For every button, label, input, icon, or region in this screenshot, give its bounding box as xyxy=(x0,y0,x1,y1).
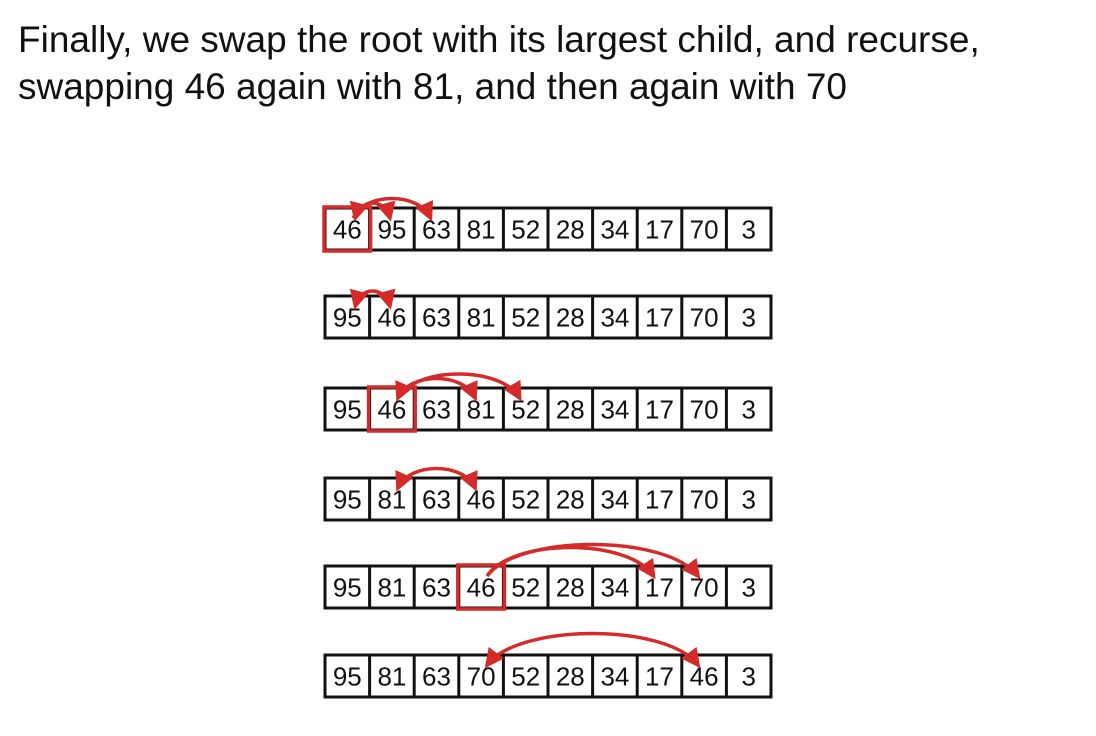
array-row-5: 95 81 63 46 52 28 34 17 70 3 xyxy=(323,542,773,611)
array-cell-value: 17 xyxy=(645,303,674,333)
array-cell-value: 3 xyxy=(741,662,755,692)
array-cell-value: 63 xyxy=(422,303,451,333)
array-cell-value: 17 xyxy=(645,485,674,515)
array-cell-value: 52 xyxy=(511,573,540,603)
array-cell-value: 28 xyxy=(556,303,585,333)
array-cell-value: 95 xyxy=(333,485,362,515)
array-row-1: 46 95 63 81 52 28 34 17 70 3 xyxy=(322,196,773,253)
array-cell-value: 3 xyxy=(741,485,755,515)
array-cell-value: 46 xyxy=(467,485,496,515)
array-row-4: 95 81 63 46 52 28 34 17 70 3 xyxy=(323,466,773,522)
array-cell-value: 17 xyxy=(645,573,674,603)
array-cell-value: 52 xyxy=(511,485,540,515)
array-cell-value: 81 xyxy=(467,395,496,425)
array-cell-value: 52 xyxy=(511,662,540,692)
array-cell-value: 17 xyxy=(645,395,674,425)
array-cell-value: 46 xyxy=(467,573,496,603)
array-row-6: 95 81 63 70 52 28 34 17 46 3 xyxy=(323,631,773,699)
array-cell-value: 46 xyxy=(333,215,362,245)
array-cell-value: 46 xyxy=(690,662,719,692)
array-cell-value: 81 xyxy=(377,573,406,603)
array-cell-value: 63 xyxy=(422,215,451,245)
array-cell-value: 34 xyxy=(600,485,629,515)
array-row-2: 95 46 63 81 52 28 34 17 70 3 xyxy=(323,288,773,340)
array-cell-value: 81 xyxy=(377,662,406,692)
heap-array-diagram: 46 95 63 81 52 28 34 17 70 395 46 63 81 52 28 34 17 70 395… xyxy=(322,196,773,699)
array-cell-value: 95 xyxy=(333,662,362,692)
array-cell-value: 17 xyxy=(645,662,674,692)
array-cell-value: 3 xyxy=(741,395,755,425)
array-cell-value: 34 xyxy=(600,573,629,603)
array-cell-value: 28 xyxy=(556,485,585,515)
array-cell-value: 17 xyxy=(645,215,674,245)
array-cell-value: 95 xyxy=(333,303,362,333)
array-cell-value: 3 xyxy=(741,573,755,603)
array-cell-value: 28 xyxy=(556,395,585,425)
array-cell-value: 95 xyxy=(333,573,362,603)
array-cell-value: 70 xyxy=(690,485,719,515)
array-cell-value: 63 xyxy=(422,395,451,425)
array-cell-value: 46 xyxy=(377,395,406,425)
array-row-3: 95 46 63 81 52 28 34 17 70 3 xyxy=(323,372,773,433)
array-cell-value: 34 xyxy=(600,395,629,425)
array-cell-value: 28 xyxy=(556,573,585,603)
array-cell-value: 28 xyxy=(556,215,585,245)
array-cell-value: 52 xyxy=(511,303,540,333)
array-cell-value: 52 xyxy=(511,395,540,425)
array-cell-value: 70 xyxy=(690,215,719,245)
array-cell-value: 81 xyxy=(467,215,496,245)
array-cell-value: 63 xyxy=(422,573,451,603)
array-cell-value: 34 xyxy=(600,662,629,692)
array-cell-value: 70 xyxy=(690,303,719,333)
array-cell-value: 28 xyxy=(556,662,585,692)
array-cell-value: 70 xyxy=(467,662,496,692)
array-cell-value: 3 xyxy=(741,303,755,333)
array-cell-value: 52 xyxy=(511,215,540,245)
array-cell-value: 34 xyxy=(600,215,629,245)
array-cell-value: 95 xyxy=(377,215,406,245)
array-cell-value: 3 xyxy=(741,215,755,245)
array-cell-value: 70 xyxy=(690,395,719,425)
array-cell-value: 46 xyxy=(377,303,406,333)
array-cell-value: 70 xyxy=(690,573,719,603)
array-cell-value: 81 xyxy=(377,485,406,515)
array-cell-value: 63 xyxy=(422,485,451,515)
array-cell-value: 81 xyxy=(467,303,496,333)
array-cell-value: 63 xyxy=(422,662,451,692)
array-cell-value: 34 xyxy=(600,303,629,333)
array-cell-value: 95 xyxy=(333,395,362,425)
